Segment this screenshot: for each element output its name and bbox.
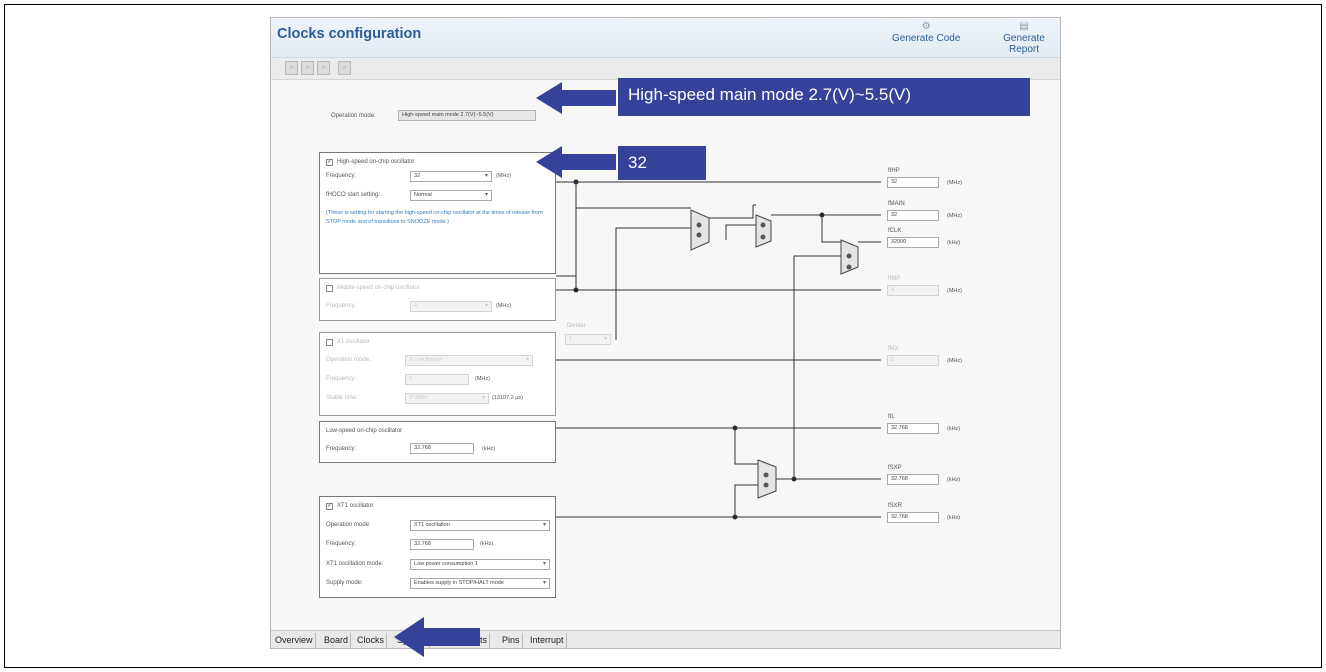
mid-osc-panel: Middle-speed on-chip oscillator Frequenc… [319,278,556,321]
mid-osc-frequency-unit: (MHz) [496,303,511,309]
hoco-frequency-label: Frequency: [326,173,357,179]
output-fil-unit: (kHz) [947,426,961,432]
divider-select[interactable]: 1 [565,334,611,345]
tab-clocks[interactable]: Clocks [355,633,388,648]
generate-code-label: Generate Code [892,33,961,44]
output-fsxr-unit: (kHz) [947,515,961,521]
operation-mode-callout: High-speed main mode 2.7(V)~5.5(V) [618,78,1030,116]
generate-code-icon: ⚙ [921,21,931,32]
x1-osc-checkbox[interactable] [326,339,333,346]
xt1-osc-panel: ✓ XT1 oscillator Operation mode: XT1 osc… [319,496,556,598]
xt1-checkbox[interactable]: ✓ [326,503,333,510]
output-fclk-unit: (kHz) [947,240,961,246]
output-fihp-name: fIHP [888,168,900,174]
xt1-osc-label: XT1 oscillator [337,503,374,509]
output-fsxp-unit: (kHz) [947,477,961,483]
x1-frequency-field[interactable]: 5 [405,374,469,385]
hoco-panel: ✓ High-speed on-chip oscillator Frequenc… [319,152,556,274]
x1-frequency-unit: (MHz) [475,376,490,382]
xt1-supply-label: Supply mode: [326,580,363,586]
output-fmain-field[interactable]: 32 [887,210,939,221]
output-fimp-unit: (MHz) [947,288,962,294]
hoco-checkbox[interactable]: ✓ [326,159,333,166]
hoco-start-select[interactable]: Normal [410,190,492,201]
xt1-frequency-field[interactable]: 32.768 [410,539,474,550]
toolbar-button-2[interactable]: ▫ [301,61,314,75]
hoco-frequency-select[interactable]: 32 [410,171,492,182]
generate-report-icon: ▤ [1019,21,1029,32]
frequency-arrow-icon [536,146,616,178]
xt1-mode-label: Operation mode: [326,522,371,528]
tab-board[interactable]: Board [322,633,352,648]
output-fclk-name: fCLK [888,228,902,234]
toolbar-button-3[interactable]: ▫ [317,61,330,75]
output-fihp-unit: (MHz) [947,180,962,186]
output-fimp-field[interactable]: 4 [887,285,939,296]
output-fsxr-field[interactable]: 32.768 [887,512,939,523]
xt1-mode-select[interactable]: XT1 oscillation [410,520,550,531]
divider-label: Divider [567,323,586,329]
tab-interrupt[interactable]: Interrupt [528,633,567,648]
operation-mode-label: Operation mode: [331,113,376,119]
mid-osc-label: Middle-speed on-chip oscillator [337,285,420,291]
tab-overview[interactable]: Overview [273,633,316,648]
toolbar: ▫ ▫ ▫ ▫ [271,58,1060,80]
generate-code-button[interactable]: ⚙ Generate Code [892,21,960,44]
output-fsxr-name: fSXR [888,503,903,509]
mid-osc-frequency-label: Frequency: [326,303,357,309]
xt1-osc-mode-select[interactable]: Low power consumption 1 [410,559,550,570]
clocks-tab-arrow-icon [394,617,480,657]
output-fsxp-field[interactable]: 32.768 [887,474,939,485]
mid-osc-checkbox[interactable] [326,285,333,292]
x1-osc-label: X1 oscillator [337,339,370,345]
x1-frequency-label: Frequency: [326,376,357,382]
x1-stable-select[interactable]: 2^18/fX [405,393,489,404]
x1-osc-panel: X1 oscillator Operation mode: X1 oscilla… [319,332,556,416]
hoco-label: High-speed on-chip oscillator [337,159,415,165]
xt1-supply-select[interactable]: Enables supply in STOP/HALT mode [410,578,550,589]
low-osc-frequency-field[interactable]: 32.768 [410,443,474,454]
toolbar-button-1[interactable]: ▫ [285,61,298,75]
xt1-osc-mode-label: XT1 oscillation mode: [326,561,384,567]
output-fmx-name: fMX [888,346,899,352]
x1-stable-unit: (13107.2 µs) [492,395,523,401]
output-fil-field[interactable]: 32.768 [887,423,939,434]
bottom-tab-bar: Overview Board Clocks System Components … [271,630,1060,648]
x1-stable-label: Stable time: [326,395,358,401]
low-osc-frequency-unit: (kHz) [482,446,496,452]
hoco-note: (These is setting for starting the high-… [326,210,543,225]
low-osc-label: Low-speed on-chip oscillator [326,428,403,434]
x1-mode-label: Operation mode: [326,357,371,363]
output-fmain-name: fMAIN [888,201,905,207]
tab-pins[interactable]: Pins [500,633,523,648]
low-osc-panel: Low-speed on-chip oscillator Frequency: … [319,421,556,463]
output-fmain-unit: (MHz) [947,213,962,219]
generate-report-label: Generate Report [1003,33,1045,55]
output-fil-name: fIL [888,414,895,420]
page-title: Clocks configuration [277,26,422,42]
output-fmx-field[interactable]: 5 [887,355,939,366]
low-osc-frequency-label: Frequency: [326,446,357,452]
operation-mode-field[interactable]: High-speed main mode 2.7(V)~5.5(V) [398,110,536,121]
operation-mode-arrow-icon [536,82,616,114]
output-fimp-name: fIMP [888,276,901,282]
output-fclk-field[interactable]: 32000 [887,237,939,248]
output-fsxp-name: fSXP [888,465,902,471]
title-bar: Clocks configuration ⚙ Generate Code ▤ G… [271,18,1060,58]
toolbar-button-4[interactable]: ▫ [338,61,351,75]
hoco-start-label: fHOCO start setting: [326,192,381,198]
frequency-callout: 32 [618,146,706,180]
xt1-frequency-unit: (kHz) [480,541,494,547]
output-fihp-field[interactable]: 32 [887,177,939,188]
generate-report-button[interactable]: ▤ Generate Report [988,21,1060,55]
mid-osc-frequency-select[interactable]: 4 [410,301,492,312]
hoco-frequency-unit: (MHz) [496,173,511,179]
x1-mode-select[interactable]: X1 oscillation [405,355,533,366]
xt1-frequency-label: Frequency: [326,541,357,547]
output-fmx-unit: (MHz) [947,358,962,364]
